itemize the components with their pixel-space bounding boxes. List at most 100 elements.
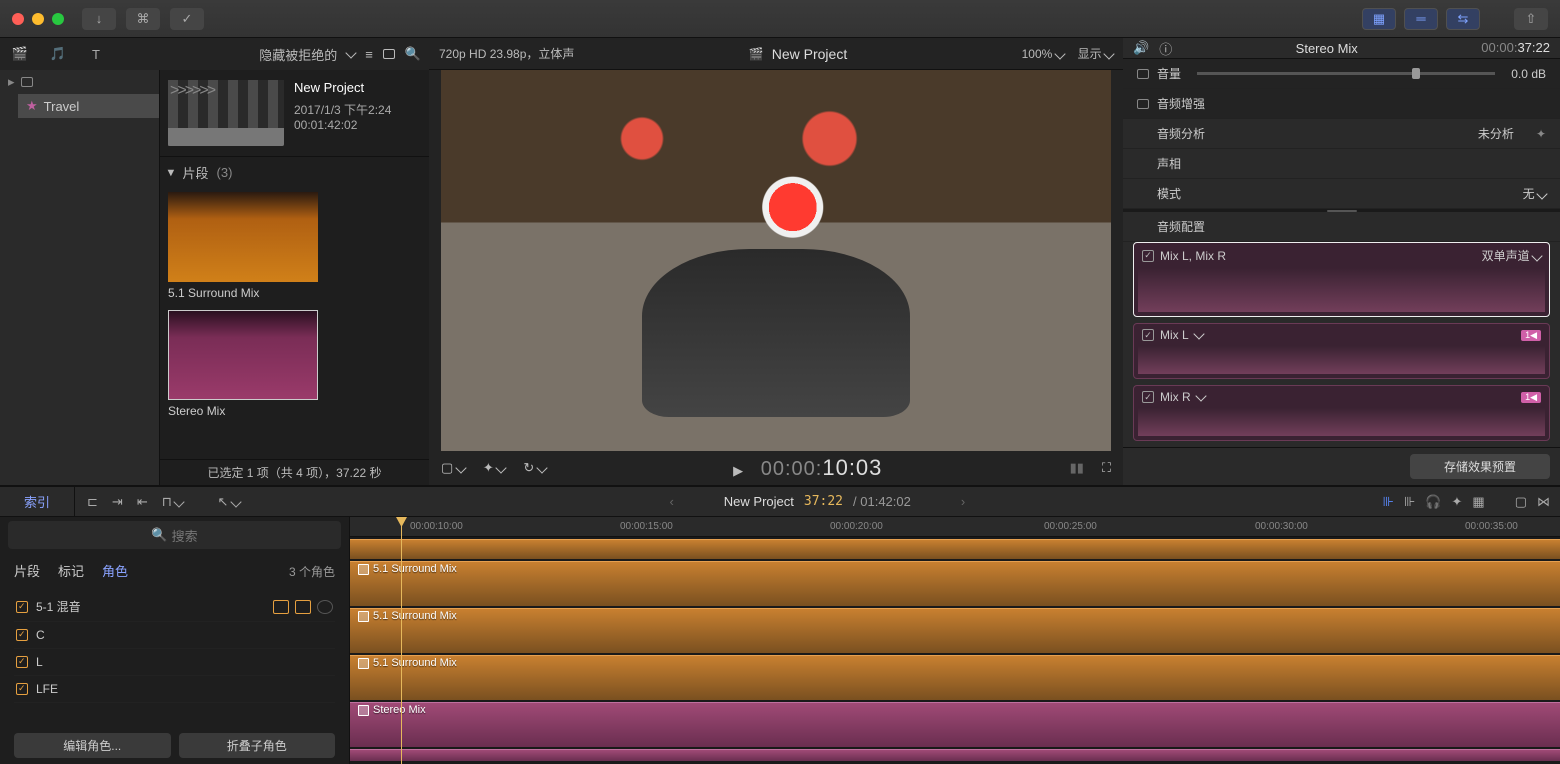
channel-mix-l[interactable]: Mix L 1◀ [1133,323,1550,379]
effects-browser-icon[interactable]: ▢ [1515,494,1527,510]
effects-tool[interactable]: ✦ [483,460,506,476]
chevron-down-icon [346,47,357,58]
timeline-lanes[interactable]: 00:00:10:00 00:00:15:00 00:00:20:00 00:0… [350,517,1560,764]
collapse-subroles-button[interactable]: 折叠子角色 [179,733,336,758]
section-icon [1137,99,1149,109]
filter-dropdown[interactable]: 隐藏被拒绝的 [259,45,337,64]
insert-clip-icon[interactable]: ⇥ [112,494,123,510]
zoom-dropdown[interactable]: 100% [1022,47,1064,61]
lane-surround-3[interactable]: 5.1 Surround Mix [350,655,1560,700]
volume-slider[interactable] [1197,72,1495,75]
loop-icon[interactable]: ▮▮ [1070,460,1084,476]
channel-checkbox[interactable] [1142,250,1154,262]
timeline-ruler[interactable]: 00:00:10:00 00:00:15:00 00:00:20:00 00:0… [350,517,1560,537]
display-dropdown[interactable]: 显示 [1078,45,1113,62]
index-tab-roles[interactable]: 角色 [102,561,128,580]
role-item-l[interactable]: L [14,649,335,676]
clip-browser: New Project 2017/1/3 下午2:24 00:01:42:02 … [160,70,429,485]
select-tool[interactable]: ↖ [217,494,240,510]
clip-appearance-icon[interactable]: ≡ [365,47,373,62]
mode-dropdown[interactable]: 无 [1523,185,1546,202]
lane-primary[interactable] [350,539,1560,559]
titles-icon[interactable]: T [84,44,108,64]
filmstrip-icon[interactable] [383,47,395,62]
library-icon[interactable]: 🎬 [8,44,32,64]
viewer-canvas[interactable] [441,70,1111,451]
clip-appearance-icon[interactable]: ▦ [1472,494,1484,510]
config-label: 音频配置 [1157,218,1205,235]
background-tasks-button[interactable]: ✓ [170,8,204,30]
timeline-current-tc: 37:22 [804,494,843,510]
overwrite-clip-icon[interactable]: ⊓ [162,494,184,510]
timeline-index-button[interactable]: 索引 [0,487,75,516]
search-icon[interactable]: 🔍 [405,46,421,62]
event-label: Travel [44,99,80,114]
lane-stereo-2[interactable] [350,749,1560,761]
viewer-timecode[interactable]: 00:00:10:03 [761,456,883,480]
timeline-title: New Project [724,494,794,510]
transitions-browser-icon[interactable]: ⋈ [1537,494,1550,510]
audio-skimming-icon[interactable]: ⊪ [1404,494,1415,510]
index-search-input[interactable]: 🔍 搜索 [8,521,341,549]
channel-checkbox[interactable] [1142,329,1154,341]
role-item-mix[interactable]: 5-1 混音 [14,592,335,622]
connect-clip-icon[interactable]: ⊏ [87,494,98,510]
retime-tool[interactable]: ↻ [523,460,546,476]
chevron-down-icon [1195,390,1206,401]
sidebar-event-travel[interactable]: ★ Travel [18,94,159,118]
share-button[interactable]: ⇧ [1514,8,1548,30]
channel-checkbox[interactable] [1142,391,1154,403]
workspace-browser-button[interactable]: ▦ [1362,8,1396,30]
role-item-lfe[interactable]: LFE [14,676,335,703]
project-item[interactable]: New Project 2017/1/3 下午2:24 00:01:42:02 [160,70,429,157]
role-focus-icon[interactable] [295,600,311,614]
edit-roles-button[interactable]: 编辑角色... [14,733,171,758]
lane-surround-2[interactable]: 5.1 Surround Mix [350,608,1560,653]
save-preset-button[interactable]: 存储效果预置 [1410,454,1550,479]
clip-waveform-icon [168,192,318,282]
inspector-panel: 🔊 ⓘ Stereo Mix 00:00:37:22 音量 0.0 dB 音频增… [1123,38,1560,485]
role-collapse-icon[interactable] [317,600,333,614]
index-tab-markers[interactable]: 标记 [58,561,84,580]
role-lane-icon[interactable] [273,600,289,614]
clapper-icon: 🎬 [749,47,764,61]
channel-waveform [1138,408,1545,436]
playhead[interactable] [401,517,402,764]
project-name: New Project [294,80,391,95]
channel-mix-r[interactable]: Mix R 1◀ [1133,385,1550,441]
keyword-button[interactable]: ⌘ [126,8,160,30]
transform-tool[interactable]: ▢ [441,460,465,476]
workspace-timeline-button[interactable]: ═ [1404,8,1438,30]
timeline-index-panel: 🔍 搜索 片段 标记 角色 3 个角色 5-1 混音 C [0,517,350,764]
prev-edit-icon[interactable]: ‹ [669,494,673,509]
clip-item-surround[interactable]: 5.1 Surround Mix [168,192,421,300]
close-window[interactable] [12,13,24,25]
lane-surround-1[interactable]: 5.1 Surround Mix [350,561,1560,606]
next-edit-icon[interactable]: › [961,494,965,509]
channel-type-dropdown[interactable]: 双单声道 [1482,247,1541,264]
channel-waveform [1138,346,1545,374]
info-inspector-icon[interactable]: ⓘ [1159,39,1172,58]
photos-icon[interactable]: 🎵 [46,44,70,64]
clip-item-stereo[interactable]: Stereo Mix [168,310,421,418]
enhance-label: 音频增强 [1157,95,1205,112]
skimming-icon[interactable]: ⊪ [1383,494,1394,510]
role-item-c[interactable]: C [14,622,335,649]
solo-icon[interactable]: 🎧 [1425,494,1441,510]
analyze-button[interactable]: ✦ [1536,127,1546,141]
role-checkbox[interactable] [16,601,28,613]
import-button[interactable]: ↓ [82,8,116,30]
minimize-window[interactable] [32,13,44,25]
play-button[interactable]: ▶ [733,463,743,478]
inspector-timecode: 00:00:37:22 [1481,40,1550,56]
workspace-inspector-button[interactable]: ⇆ [1446,8,1480,30]
zoom-window[interactable] [52,13,64,25]
index-tab-clips[interactable]: 片段 [14,561,40,580]
sidebar-indent[interactable]: ▸ [0,70,159,94]
channel-mix-lr[interactable]: Mix L, Mix R 双单声道 [1133,242,1550,317]
lane-stereo-1[interactable]: Stereo Mix [350,702,1560,747]
snapping-icon[interactable]: ✦ [1452,494,1463,510]
append-clip-icon[interactable]: ⇤ [137,494,148,510]
fullscreen-icon[interactable]: ⛶ [1102,460,1111,476]
audio-inspector-icon[interactable]: 🔊 [1133,40,1149,56]
